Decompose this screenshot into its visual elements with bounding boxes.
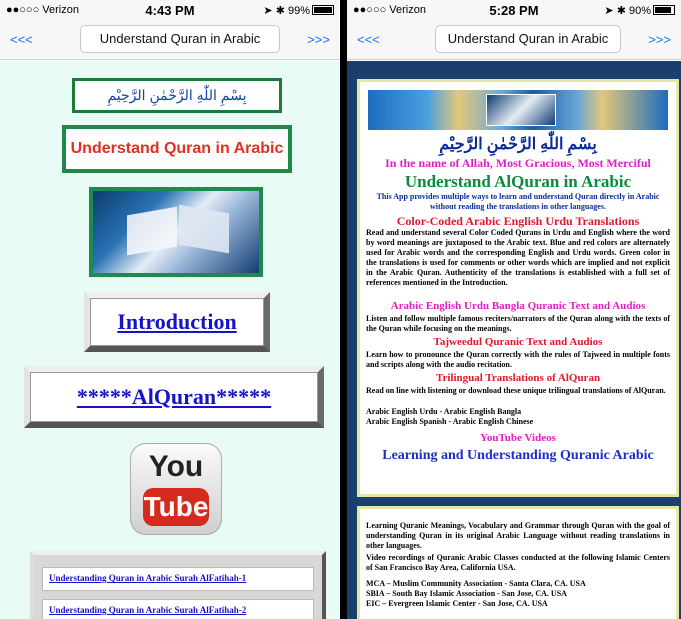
status-bar: ●●○○○ Verizon 5:28 PM ➤ ✱ 90% — [347, 0, 681, 20]
section-title: Trilingual Translations of AlQuran — [435, 372, 601, 384]
back-button[interactable]: <<< — [357, 32, 380, 47]
nav-bar: <<< Understand Quran in Arabic >>> — [347, 20, 681, 60]
nav-title: Understand Quran in Arabic — [435, 25, 621, 53]
youtube-tube-text: Tube — [143, 488, 209, 526]
app-title: Understand Quran in Arabic — [70, 140, 284, 157]
video-links-panel: Understanding Quran in Arabic Surah AlFa… — [30, 551, 326, 619]
section-title: Color-Coded Arabic English Urdu Translat… — [396, 214, 640, 228]
tagline: In the name of Allah, Most Gracious, Mos… — [385, 156, 651, 170]
youtube-icon[interactable]: You Tube — [130, 443, 222, 535]
list-item[interactable]: Understanding Quran in Arabic Surah AlFa… — [42, 599, 314, 619]
section-title: Arabic English Urdu Bangla Quranic Text … — [390, 300, 646, 312]
forward-button[interactable]: >>> — [648, 32, 671, 47]
forward-button[interactable]: >>> — [307, 32, 330, 47]
section-title: Tajweedul Quranic Text and Audios — [433, 336, 603, 348]
right-phone-screen: ●●○○○ Verizon 5:28 PM ➤ ✱ 90% <<< Unders… — [347, 0, 681, 619]
left-phone-screen: ●●○○○ Verizon 4:43 PM ➤ ✱ 99% <<< Unders… — [0, 0, 340, 619]
quran-book-image — [89, 187, 263, 277]
battery-indicator: ➤ ✱ 99% — [263, 4, 334, 17]
center-line: MCA – Muslim Community Association - San… — [366, 579, 586, 588]
section-text: Read on line with listening or download … — [366, 386, 666, 395]
battery-percent: 90% — [628, 5, 651, 17]
alquran-button[interactable]: *****AlQuran***** — [24, 366, 324, 428]
youtube-heading[interactable]: Learning and Understanding Quranic Arabi… — [366, 448, 670, 464]
center-line: SBIA – South Bay Islamic Association - S… — [366, 589, 567, 598]
alquran-link[interactable]: *****AlQuran***** — [77, 384, 271, 410]
panel-text: Learning Quranic Meanings, Vocabulary an… — [366, 521, 670, 550]
battery-icon — [653, 5, 675, 15]
screen-divider — [340, 0, 347, 619]
header-banner-image — [368, 90, 668, 130]
page-title: Understand AlQuran in Arabic — [404, 172, 632, 191]
youtube-you-text: You — [148, 450, 204, 483]
bismillah-text: بِسْمِ اللّٰهِ الرَّحْمٰنِ الرَّحِيْمِ — [107, 87, 247, 103]
panel-text: Video recordings of Quranic Arabic Class… — [366, 553, 670, 572]
status-bar: ●●○○○ Verizon 4:43 PM ➤ ✱ 99% — [0, 0, 340, 20]
nav-bar: <<< Understand Quran in Arabic >>> — [0, 20, 340, 60]
battery-icon — [312, 5, 334, 15]
intro-text: This App provides multiple ways to learn… — [376, 192, 660, 211]
center-line: EIC – Evergreen Islamic Center - San Jos… — [366, 599, 548, 608]
video-link-fatihah-2[interactable]: Understanding Quran in Arabic Surah AlFa… — [49, 605, 246, 615]
trilingual-line: Arabic English Spanish - Arabic English … — [366, 417, 534, 426]
section-text: Read and understand several Color Coded … — [366, 228, 670, 287]
list-item[interactable]: Understanding Quran in Arabic Surah AlFa… — [42, 567, 314, 591]
introduction-link[interactable]: Introduction — [117, 309, 236, 335]
youtube-label[interactable]: YouTube Videos — [366, 432, 670, 444]
section-text: Learn how to pronounce the Quran correct… — [366, 350, 670, 369]
classes-panel: Learning Quranic Meanings, Vocabulary an… — [357, 506, 679, 619]
section-text: Listen and follow multiple famous recite… — [366, 314, 670, 333]
bismillah-text: بِسْمِ اللّٰهِ الرَّحْمٰنِ الرَّحِيْمِ — [439, 136, 597, 153]
video-link-fatihah-1[interactable]: Understanding Quran in Arabic Surah AlFa… — [49, 573, 246, 583]
introduction-button[interactable]: Introduction — [84, 292, 270, 352]
trilingual-line: Arabic English Urdu - Arabic English Ban… — [366, 407, 522, 416]
battery-percent: 99% — [287, 5, 310, 17]
bismillah-banner: بِسْمِ اللّٰهِ الرَّحْمٰنِ الرَّحِيْمِ — [72, 78, 282, 113]
battery-indicator: ➤ ✱ 90% — [604, 4, 675, 17]
nav-title: Understand Quran in Arabic — [80, 25, 280, 53]
intro-content: بِسْمِ اللّٰهِ الرَّحْمٰنِ الرَّحِيْمِ I… — [347, 61, 681, 619]
back-button[interactable]: <<< — [10, 32, 33, 47]
app-title-banner: Understand Quran in Arabic — [62, 125, 292, 173]
home-content: بِسْمِ اللّٰهِ الرَّحْمٰنِ الرَّحِيْمِ U… — [0, 61, 340, 619]
intro-panel: بِسْمِ اللّٰهِ الرَّحْمٰنِ الرَّحِيْمِ I… — [357, 79, 679, 497]
